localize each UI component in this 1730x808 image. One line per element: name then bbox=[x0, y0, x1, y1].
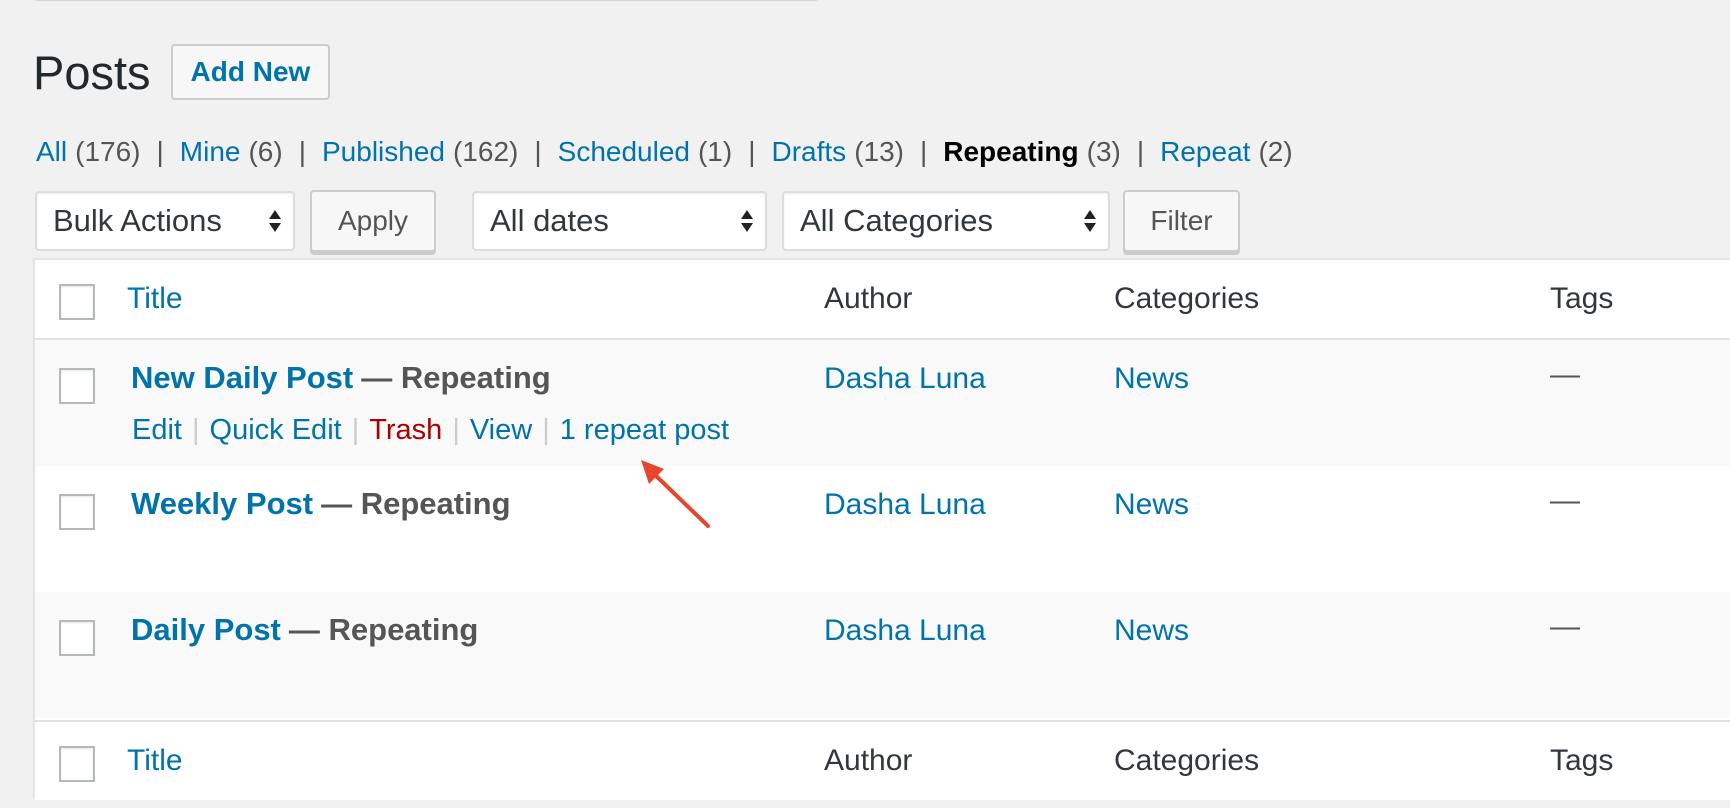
quick-edit-link[interactable]: Quick Edit bbox=[210, 414, 342, 447]
dates-filter-value: All dates bbox=[490, 203, 609, 238]
column-tags: Tags bbox=[1550, 282, 1614, 315]
page-title: Posts bbox=[33, 45, 151, 99]
view-link[interactable]: View bbox=[470, 414, 532, 447]
tags-empty: — bbox=[1550, 610, 1580, 643]
row-checkbox[interactable] bbox=[59, 494, 95, 530]
action-separator: | bbox=[542, 414, 550, 446]
table-row: Weekly Post — Repeating Dasha Luna News — bbox=[35, 466, 1730, 592]
trash-link[interactable]: Trash bbox=[369, 414, 442, 447]
view-mine[interactable]: Mine (6) bbox=[180, 136, 283, 168]
column-tags-footer: Tags bbox=[1550, 744, 1614, 777]
column-categories-footer: Categories bbox=[1114, 744, 1260, 777]
author-link[interactable]: Dasha Luna bbox=[824, 488, 986, 522]
action-separator: | bbox=[452, 414, 460, 446]
table-row: New Daily Post — Repeating Edit | Quick E… bbox=[35, 340, 1730, 466]
repeat-post-link[interactable]: 1 repeat post bbox=[560, 414, 729, 447]
table-row: Daily Post — Repeating Dasha Luna News — bbox=[35, 592, 1730, 718]
bulk-actions-select[interactable]: Bulk Actions bbox=[35, 191, 295, 251]
tags-empty: — bbox=[1550, 358, 1580, 391]
view-separator: | bbox=[1136, 136, 1145, 167]
categories-filter-select[interactable]: All Categories bbox=[782, 191, 1110, 251]
post-state: — Repeating bbox=[321, 486, 511, 521]
post-title-link[interactable]: Weekly Post bbox=[131, 486, 313, 521]
apply-button[interactable]: Apply bbox=[310, 190, 436, 252]
view-repeat[interactable]: Repeat (2) bbox=[1160, 136, 1293, 168]
view-separator: | bbox=[534, 136, 542, 167]
column-title-sort[interactable]: Title bbox=[127, 282, 183, 316]
row-checkbox[interactable] bbox=[59, 620, 95, 656]
select-arrows-icon bbox=[1084, 210, 1096, 232]
row-title: Daily Post — Repeating bbox=[131, 612, 478, 648]
post-title-link[interactable]: New Daily Post bbox=[131, 360, 353, 395]
action-separator: | bbox=[191, 414, 200, 446]
column-author-footer: Author bbox=[824, 744, 913, 777]
categories-filter-value: All Categories bbox=[800, 203, 993, 238]
page-heading: Posts Add New bbox=[33, 44, 331, 100]
action-separator: | bbox=[351, 414, 360, 446]
view-repeating[interactable]: Repeating (3) bbox=[943, 136, 1121, 168]
column-title-sort-footer[interactable]: Title bbox=[127, 744, 183, 778]
author-link[interactable]: Dasha Luna bbox=[824, 362, 986, 396]
category-link[interactable]: News bbox=[1114, 362, 1189, 396]
select-all-checkbox[interactable] bbox=[59, 284, 95, 320]
author-link[interactable]: Dasha Luna bbox=[824, 614, 986, 648]
post-state: — Repeating bbox=[361, 360, 551, 395]
select-all-checkbox-footer[interactable] bbox=[59, 746, 95, 782]
column-author: Author bbox=[824, 282, 913, 315]
table-header: Title Author Categories Tags bbox=[35, 260, 1730, 340]
view-published[interactable]: Published (162) bbox=[322, 136, 518, 168]
posts-table: Title Author Categories Tags New Daily P… bbox=[33, 258, 1730, 800]
add-new-button[interactable]: Add New bbox=[170, 44, 331, 100]
view-scheduled[interactable]: Scheduled (1) bbox=[558, 136, 733, 168]
category-link[interactable]: News bbox=[1114, 488, 1189, 522]
post-state: — Repeating bbox=[288, 612, 479, 647]
bulk-actions-value: Bulk Actions bbox=[53, 203, 222, 238]
tags-empty: — bbox=[1550, 484, 1580, 517]
row-actions: Edit | Quick Edit | Trash | View | 1 rep… bbox=[132, 414, 729, 447]
select-arrows-icon bbox=[741, 210, 753, 232]
category-link[interactable]: News bbox=[1114, 614, 1189, 648]
table-footer: Title Author Categories Tags bbox=[35, 720, 1730, 800]
edit-link[interactable]: Edit bbox=[132, 414, 182, 447]
filter-button[interactable]: Filter bbox=[1123, 190, 1240, 252]
dates-filter-select[interactable]: All dates bbox=[472, 191, 767, 251]
view-all[interactable]: All (176) bbox=[36, 136, 141, 168]
column-categories: Categories bbox=[1114, 282, 1260, 315]
view-drafts[interactable]: Drafts (13) bbox=[772, 136, 904, 168]
view-separator: | bbox=[748, 136, 756, 167]
view-separator: | bbox=[156, 136, 164, 167]
post-status-views: All (176) | Mine (6) | Published (162) | Sc… bbox=[36, 136, 1293, 168]
view-separator: | bbox=[298, 136, 306, 167]
row-title: Weekly Post — Repeating bbox=[131, 486, 511, 522]
row-title: New Daily Post — Repeating bbox=[131, 360, 551, 396]
select-arrows-icon bbox=[269, 210, 281, 232]
post-title-link[interactable]: Daily Post bbox=[131, 612, 281, 647]
row-checkbox[interactable] bbox=[59, 368, 95, 404]
view-separator: | bbox=[919, 136, 928, 167]
